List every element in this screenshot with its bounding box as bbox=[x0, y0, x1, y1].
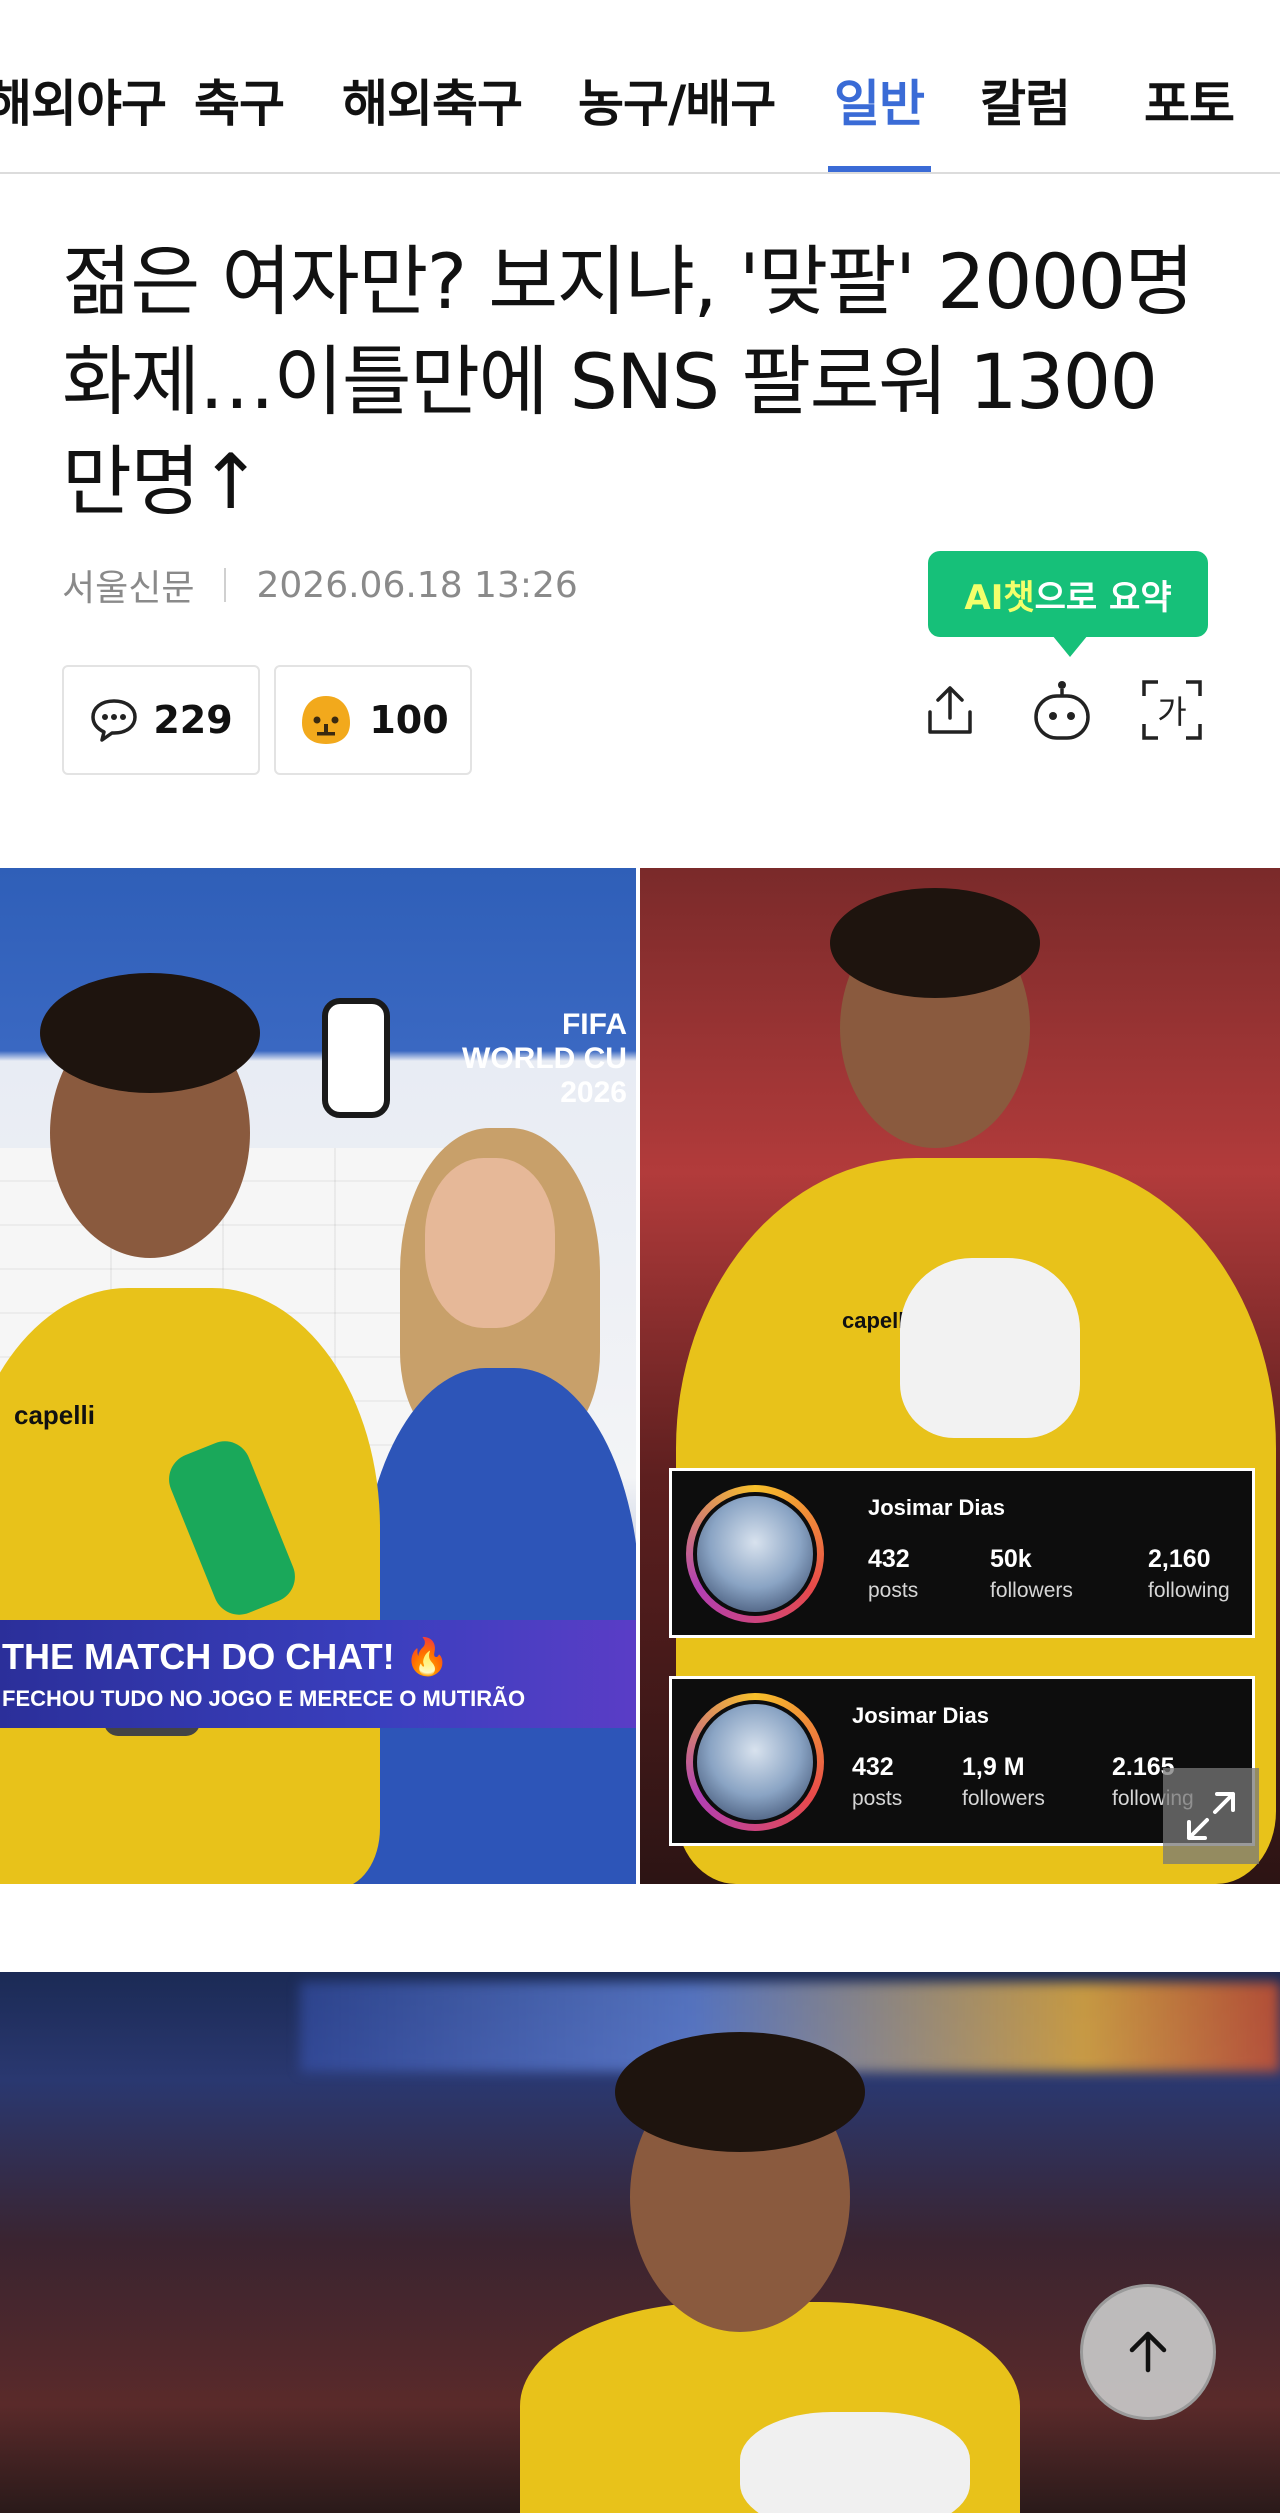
recommend-button[interactable]: 100 bbox=[274, 665, 472, 775]
goalkeeper-glove bbox=[900, 1258, 1080, 1438]
share-button[interactable] bbox=[910, 670, 990, 750]
tab-soccer[interactable]: 축구 bbox=[194, 64, 285, 136]
tab-overseas-baseball[interactable]: 해외야구 bbox=[0, 64, 167, 136]
scroll-to-top-button[interactable] bbox=[1080, 2284, 1216, 2420]
article-headline: 젊은 여자만? 보지냐, '맞팔' 2000명 화제…이틀만에 SNS 팔로워 … bbox=[62, 237, 1194, 526]
article-datetime: 2026.06.18 13:26 bbox=[256, 564, 578, 606]
font-size-button[interactable]: 가 bbox=[1132, 670, 1212, 750]
profile-avatar bbox=[686, 1485, 824, 1623]
ai-chat-label: AI챗 bbox=[964, 577, 1035, 618]
robot-icon bbox=[1034, 681, 1090, 740]
speech-bubble-icon bbox=[89, 697, 139, 743]
comment-button[interactable]: 229 bbox=[62, 665, 260, 775]
recommend-count: 100 bbox=[369, 698, 449, 742]
tab-photo[interactable]: 포토 bbox=[1144, 64, 1235, 136]
meta-divider bbox=[224, 568, 227, 602]
article-photo-2[interactable] bbox=[0, 1972, 1280, 2513]
player-hair-left bbox=[40, 973, 260, 1093]
category-tabs: 해외야구 축구 해외축구 농구/배구 일반 칼럼 포토 bbox=[0, 0, 1280, 174]
fifa-world-cup-badge: FIFA WORLD CU 2026 bbox=[462, 1008, 627, 1109]
world-cup-trophy-logo bbox=[322, 998, 390, 1118]
arrow-up-icon bbox=[1129, 2331, 1167, 2373]
reporter-face bbox=[425, 1158, 555, 1328]
instagram-profile-card-before: Josimar Dias 432 posts 50k followers 2,1… bbox=[669, 1468, 1255, 1638]
profile-avatar bbox=[686, 1693, 824, 1831]
expand-image-button[interactable] bbox=[1163, 1768, 1259, 1864]
banner-title: THE MATCH DO CHAT! 🔥 bbox=[2, 1636, 450, 1677]
expand-icon bbox=[1187, 1792, 1235, 1840]
tab-general[interactable]: 일반 bbox=[834, 64, 925, 136]
active-tab-indicator bbox=[828, 166, 931, 172]
tab-basketball-volleyball[interactable]: 농구/배구 bbox=[578, 64, 776, 136]
tab-overseas-soccer[interactable]: 해외축구 bbox=[342, 64, 523, 136]
player-gloves bbox=[740, 2412, 970, 2513]
font-size-label: 가 bbox=[1157, 693, 1187, 731]
banner-subtitle: FECHOU TUDO NO JOGO E MERECE O MUTIRÃO bbox=[2, 1686, 526, 1711]
jersey-brand-left: capelli bbox=[14, 1400, 95, 1430]
ai-summary-label: 으로 요약 bbox=[1034, 577, 1172, 618]
player-jersey-left bbox=[0, 1288, 380, 1884]
reaction-emoji-icon bbox=[297, 693, 355, 747]
player-hair-right bbox=[830, 888, 1040, 998]
tab-column[interactable]: 칼럼 bbox=[980, 64, 1071, 136]
ai-bot-button[interactable] bbox=[1022, 670, 1102, 750]
player-hair bbox=[615, 2032, 865, 2152]
article-photo-1[interactable]: FIFA WORLD CU 2026 capelli THE MATCH DO … bbox=[0, 868, 1280, 1884]
article-meta: 서울신문 2026.06.18 13:26 bbox=[62, 560, 578, 610]
share-icon bbox=[928, 686, 972, 734]
comment-count: 229 bbox=[153, 698, 233, 742]
ai-summary-tooltip[interactable]: AI챗 으로 요약 bbox=[928, 551, 1208, 657]
article-source[interactable]: 서울신문 bbox=[62, 559, 194, 611]
